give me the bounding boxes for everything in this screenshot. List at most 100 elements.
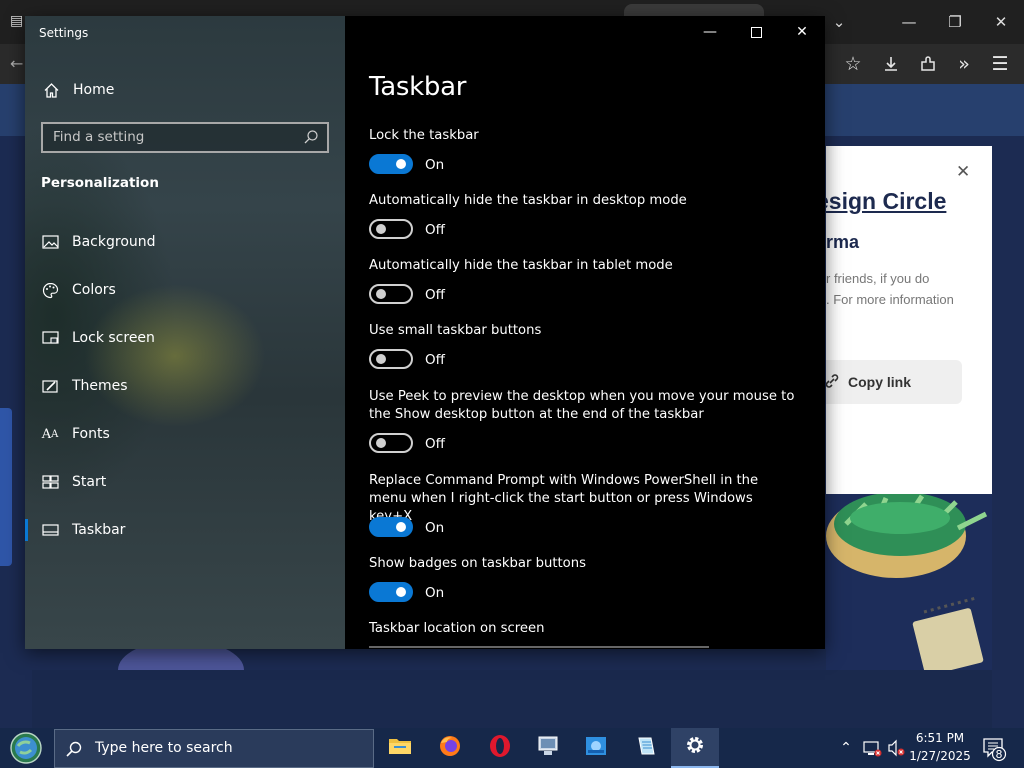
small-buttons-toggle[interactable] — [369, 349, 413, 369]
toggle-knob — [376, 438, 386, 448]
network-drive-icon — [536, 735, 560, 761]
nav-home[interactable]: Home — [25, 70, 345, 110]
windows-taskbar: Type here to search ⌃ 6:51 PM 1/27/2025 … — [0, 728, 1024, 768]
nav-item-label: Colors — [72, 282, 116, 298]
nav-item-background[interactable]: Background — [25, 222, 345, 262]
taskbar-app-file-explorer[interactable] — [376, 728, 424, 768]
taskbar-app-settings[interactable] — [671, 728, 719, 768]
settings-search-input[interactable]: Find a setting — [41, 122, 329, 153]
search-icon — [303, 129, 319, 145]
palette-icon — [41, 281, 59, 299]
setting-label: Show badges on taskbar buttons — [369, 556, 586, 571]
nav-item-lock-screen[interactable]: Lock screen — [25, 318, 345, 358]
autohide-tablet-toggle[interactable] — [369, 284, 413, 304]
more-tools-icon[interactable]: » — [946, 44, 982, 84]
peek-toggle[interactable] — [369, 433, 413, 453]
close-button[interactable]: ✕ — [779, 16, 825, 48]
badges-toggle[interactable] — [369, 582, 413, 602]
nav-item-label: Start — [72, 474, 107, 490]
network-icon[interactable] — [862, 738, 882, 758]
nav-home-label: Home — [73, 82, 115, 98]
start-tiles-icon — [41, 473, 59, 491]
taskbar-search-input[interactable]: Type here to search — [54, 729, 374, 768]
photos-icon — [584, 735, 608, 761]
toggle-state-text: On — [425, 157, 445, 173]
autohide-desktop-toggle[interactable] — [369, 219, 413, 239]
search-placeholder: Find a setting — [53, 129, 145, 145]
nav-item-fonts[interactable]: AA Fonts — [25, 414, 345, 454]
toggle-knob — [376, 354, 386, 364]
browser-close-button[interactable]: ✕ — [978, 0, 1024, 44]
browser-minimize-button[interactable]: — — [886, 0, 932, 44]
nav-item-label: Lock screen — [72, 330, 155, 346]
setting-label: Automatically hide the taskbar in tablet… — [369, 258, 673, 273]
page-side-tab[interactable] — [0, 408, 12, 566]
nav-item-label: Themes — [72, 378, 128, 394]
selection-indicator — [25, 519, 28, 541]
close-icon[interactable]: ✕ — [956, 162, 970, 182]
clock-time[interactable]: 6:51 PM — [912, 731, 968, 745]
section-heading: Personalization — [41, 175, 159, 191]
bookmark-star-icon[interactable]: ☆ — [835, 44, 871, 84]
toggle-knob — [396, 159, 406, 169]
extensions-icon[interactable] — [910, 44, 946, 84]
share-card-text: . For more information — [826, 292, 954, 307]
nav-item-themes[interactable]: Themes — [25, 366, 345, 406]
copy-link-button[interactable]: Copy link — [826, 360, 962, 404]
nav-item-label: Taskbar — [72, 522, 126, 538]
taskbar-app-opera[interactable] — [476, 728, 524, 768]
share-card-text: r friends, if you do — [826, 271, 930, 286]
copy-link-label: Copy link — [848, 374, 912, 390]
window-title: Settings — [39, 26, 89, 40]
nav-item-start[interactable]: Start — [25, 462, 345, 502]
toggle-state-text: Off — [425, 287, 445, 303]
lock-screen-icon — [41, 329, 59, 347]
nav-item-label: Background — [72, 234, 156, 250]
toggle-knob — [396, 522, 406, 532]
minimize-button[interactable]: — — [687, 16, 733, 48]
toggle-state-text: Off — [425, 222, 445, 238]
show-hidden-icons-chevron-icon[interactable]: ⌃ — [836, 738, 856, 758]
page-footer-area — [32, 670, 992, 728]
toggle-knob — [376, 224, 386, 234]
share-card-title[interactable]: esign Circle — [826, 188, 946, 215]
toggle-state-text: On — [425, 585, 445, 601]
browser-restore-button[interactable]: ❐ — [932, 0, 978, 44]
volume-muted-icon[interactable] — [886, 738, 906, 758]
search-placeholder: Type here to search — [95, 740, 233, 756]
nav-item-colors[interactable]: Colors — [25, 270, 345, 310]
toggle-state-text: Off — [425, 352, 445, 368]
link-icon — [826, 373, 840, 392]
card-illustration — [826, 494, 992, 670]
start-button[interactable] — [8, 732, 44, 764]
taskbar-app-firefox[interactable] — [426, 728, 474, 768]
taskbar-app-notepad[interactable] — [622, 728, 670, 768]
taskbar-app-network[interactable] — [524, 728, 572, 768]
lock-taskbar-toggle[interactable] — [369, 154, 413, 174]
notification-badge: 8 — [995, 748, 1003, 761]
powershell-toggle[interactable] — [369, 517, 413, 537]
setting-label: Use Peek to preview the desktop when you… — [369, 389, 795, 422]
settings-gear-icon — [684, 734, 706, 760]
picture-icon — [41, 233, 59, 251]
setting-label: Replace Command Prompt with Windows Powe… — [369, 473, 759, 524]
maximize-button[interactable] — [733, 16, 779, 48]
notepad-icon — [634, 734, 658, 762]
share-card-subtitle: rma — [826, 232, 860, 252]
clock-date[interactable]: 1/27/2025 — [906, 749, 974, 763]
nav-item-taskbar[interactable]: Taskbar — [25, 510, 345, 550]
setting-label: Taskbar location on screen — [369, 621, 545, 636]
action-center-button[interactable]: 8 — [980, 734, 1008, 762]
brush-icon — [41, 377, 59, 395]
back-arrow-icon[interactable]: ← — [10, 54, 23, 73]
share-card: ✕ esign Circle rma r friends, if you do … — [826, 146, 992, 494]
taskbar-icon — [41, 521, 59, 539]
setting-label: Use small taskbar buttons — [369, 323, 542, 338]
settings-sidebar: Settings Home Find a setting Personaliza… — [25, 16, 345, 649]
taskbar-app-photos[interactable] — [572, 728, 620, 768]
taskbar-location-dropdown[interactable] — [369, 646, 709, 649]
nav-item-label: Fonts — [72, 426, 110, 442]
download-icon[interactable] — [873, 44, 909, 84]
search-icon — [65, 740, 83, 758]
menu-hamburger-icon[interactable]: ☰ — [982, 44, 1018, 84]
